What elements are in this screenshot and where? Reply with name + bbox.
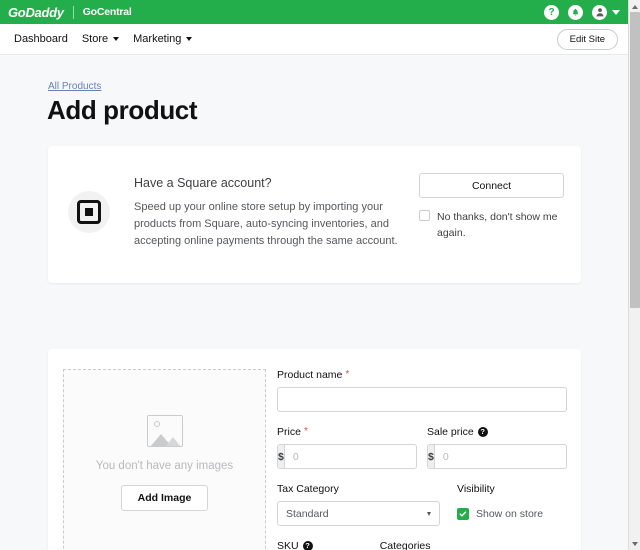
no-thanks-row[interactable]: No thanks, don't show me again. (419, 209, 579, 241)
required-asterisk: * (303, 426, 308, 437)
sale-price-input-wrap: $ (427, 444, 567, 469)
sale-price-input[interactable] (434, 445, 566, 468)
no-thanks-label: No thanks, don't show me again. (437, 211, 558, 239)
chevron-up-icon (631, 4, 638, 9)
chevron-down-icon (113, 37, 120, 41)
product-form-card: You don't have any images Add Image 0 im… (48, 349, 581, 550)
scroll-up-button[interactable] (629, 1, 640, 12)
image-dropzone-inner: You don't have any images Add Image (64, 370, 265, 550)
visibility-checkbox-row[interactable]: Show on store (457, 501, 543, 526)
categories-field-group: Categories None (380, 540, 567, 550)
chevron-down-icon (186, 37, 193, 41)
visibility-label: Visibility (457, 483, 495, 495)
help-circle-icon[interactable]: ? (302, 541, 313, 550)
price-label: Price (277, 426, 301, 438)
bell-icon[interactable] (568, 4, 583, 20)
add-image-button[interactable]: Add Image (120, 484, 209, 511)
price-currency-symbol: $ (278, 445, 285, 468)
sale-price-field-group: Sale price ? $ (427, 426, 567, 469)
edit-site-button[interactable]: Edit Site (556, 28, 618, 50)
sale-price-currency-symbol: $ (428, 445, 435, 468)
chevron-down-icon (631, 541, 638, 546)
image-placeholder-mountain-small (164, 436, 181, 446)
brand-bar-actions: ? (535, 4, 620, 20)
nav-item-marketing-label: Marketing (133, 33, 182, 45)
nav-item-marketing[interactable]: Marketing (133, 33, 193, 45)
tax-category-label: Tax Category (277, 483, 339, 495)
scrollbar-thumb[interactable] (630, 12, 640, 308)
nav-item-dashboard-label: Dashboard (14, 33, 68, 45)
sale-price-label-row: Sale price ? (427, 426, 567, 438)
chevron-down-icon (427, 511, 431, 516)
square-logo-outer (77, 200, 101, 224)
godaddy-logo[interactable]: GoDaddy (8, 5, 64, 20)
no-thanks-checkbox[interactable] (419, 210, 430, 221)
tax-category-selected-value: Standard (286, 507, 329, 520)
help-circle-icon[interactable]: ? (477, 427, 488, 437)
price-input[interactable] (284, 445, 416, 468)
square-promo-card: Have a Square account? Speed up your onl… (48, 146, 581, 283)
show-on-store-checkbox[interactable] (457, 507, 469, 520)
square-logo-inner (85, 208, 93, 216)
nav-item-dashboard[interactable]: Dashboard (14, 33, 68, 45)
product-image-dropzone[interactable]: You don't have any images Add Image 0 im… (63, 369, 266, 550)
brand-bar: GoDaddy GoCentral ? (0, 0, 628, 24)
app-window: GoDaddy GoCentral ? Dashboard Store Mark… (0, 0, 640, 550)
sale-price-label: Sale price (427, 426, 474, 438)
sku-label-row: SKU ? (277, 540, 366, 550)
page-title: Add product (47, 95, 198, 125)
vertical-scrollbar[interactable] (628, 0, 640, 550)
sku-field-group: SKU ? (277, 540, 366, 550)
product-name-label: Product name (277, 369, 343, 381)
main-navigation: Dashboard Store Marketing Edit Site (0, 24, 628, 55)
help-circle-icon[interactable]: ? (544, 4, 559, 20)
visibility-field-group: Visibility Show on store (457, 483, 543, 526)
price-label-row: Price * (277, 426, 417, 438)
user-avatar-icon[interactable] (592, 4, 607, 20)
breadcrumb-all-products[interactable]: All Products (48, 81, 101, 92)
price-input-wrap: $ (277, 444, 417, 469)
nav-item-store-label: Store (81, 33, 109, 45)
product-name-input[interactable] (277, 387, 567, 412)
sku-label: SKU (277, 540, 299, 550)
gocentral-label: GoCentral (82, 6, 132, 18)
tax-category-field-group: Tax Category Standard (277, 483, 440, 526)
square-card-heading: Have a Square account? (134, 176, 272, 190)
scroll-down-button[interactable] (629, 538, 640, 549)
no-images-text: You don't have any images (95, 459, 234, 472)
image-placeholder-sun (153, 420, 160, 427)
product-name-label-row: Product name * (277, 369, 567, 381)
page-content: All Products Add product Have a Square a… (0, 55, 628, 550)
categories-label: Categories (379, 540, 431, 550)
square-logo-icon (68, 191, 110, 233)
tax-category-select[interactable]: Standard (277, 501, 440, 526)
square-card-body: Speed up your online store setup by impo… (134, 201, 398, 247)
price-field-group: Price * $ (277, 426, 417, 469)
show-on-store-label: Show on store (476, 507, 544, 520)
connect-square-button[interactable]: Connect (419, 173, 564, 198)
required-asterisk: * (345, 369, 350, 380)
nav-item-store[interactable]: Store (81, 33, 120, 45)
product-fields: Product name * Price * $ 0 Sale price ? … (277, 369, 567, 550)
brand-divider (72, 5, 74, 19)
account-chevron-down-icon[interactable] (612, 9, 620, 15)
image-placeholder-icon (146, 414, 183, 447)
